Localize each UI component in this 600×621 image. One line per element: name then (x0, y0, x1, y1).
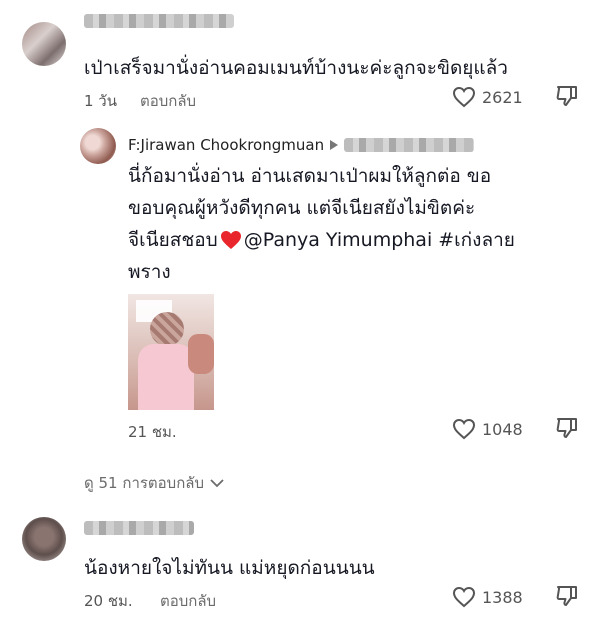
avatar-reply-author[interactable] (80, 128, 116, 164)
reply-image-thumbnail[interactable] (128, 294, 214, 410)
thumbs-down-outline-icon[interactable] (555, 584, 579, 608)
blurred-username-1[interactable] (84, 14, 234, 28)
thumbnail-body (138, 344, 194, 410)
like-count-2: 1388 (482, 587, 523, 607)
reply-author-name[interactable]: F:Jirawan Chookrongmuan (128, 136, 475, 154)
reply-line-1: นี่ก้อมานั่งอ่าน อ่านเสดมาเป่าผมให้ลูกต่… (128, 165, 492, 187)
blurred-reply-target (344, 138, 475, 152)
reply-time: 21 ชม. (128, 423, 177, 441)
blurred-username-2[interactable] (84, 521, 194, 535)
heart-outline-icon (452, 418, 476, 440)
reply-button-2[interactable]: ตอบกลับ (160, 589, 216, 613)
avatar-commenter-2[interactable] (22, 517, 66, 561)
like-button-2[interactable]: 1388 (452, 586, 523, 608)
reply-line-3: จีเนียสชอบ @Panya Yimumphai #เก่งลาย (128, 224, 515, 256)
like-button-1[interactable]: 2621 (452, 86, 523, 108)
comment-time-2: 20 ชม. (84, 592, 133, 610)
view-replies-label: ดู 51 การตอบกลับ (84, 474, 204, 492)
red-heart-emoji-icon (220, 230, 242, 250)
reply-line-5: พราง (128, 261, 171, 283)
reply-author-label: F:Jirawan Chookrongmuan (128, 136, 325, 154)
like-count-1: 2621 (482, 87, 523, 107)
reply-like-count: 1048 (482, 419, 523, 439)
reply-button-1[interactable]: ตอบกลับ (140, 89, 196, 113)
comment-text-2: น้องหายใจไม่ทันน แม่หยุดก่อนนนน (84, 557, 375, 579)
chevron-down-icon (210, 478, 224, 488)
thumbs-down-outline-icon[interactable] (555, 84, 579, 108)
reply-text: นี่ก้อมานั่งอ่าน อ่านเสดมาเป่าผมให้ลูกต่… (128, 160, 515, 288)
thumbs-down-outline-icon[interactable] (555, 416, 579, 440)
reply-line-3-text: จีเนียสชอบ (128, 229, 218, 251)
heart-outline-icon (452, 86, 476, 108)
play-arrow-icon (330, 140, 339, 150)
reply-line-2: ขอบคุณผู้หวังดีทุกคน แต่จีเนียสยังไม่ขิต… (128, 197, 476, 219)
thumbnail-head (150, 312, 184, 346)
thumbnail-arm (188, 334, 214, 374)
mention-and-hashtag[interactable]: @Panya Yimumphai #เก่งลาย (244, 224, 515, 256)
comment-text-1: เป่าเสร็จมานั่งอ่านคอมเมนท์บ้างนะค่ะลูกจ… (84, 57, 508, 79)
heart-outline-icon (452, 586, 476, 608)
comment-time-1: 1 วัน (84, 92, 117, 110)
view-replies-button[interactable]: ดู 51 การตอบกลับ (84, 471, 224, 495)
reply-like-button[interactable]: 1048 (452, 418, 523, 440)
avatar-commenter-1[interactable] (22, 22, 66, 66)
